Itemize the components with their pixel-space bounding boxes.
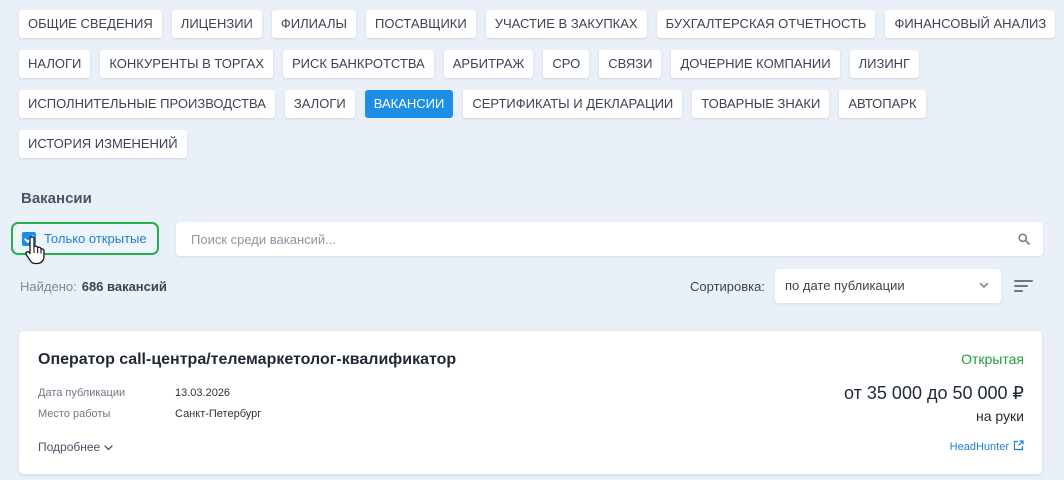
found-count: 686 вакансий (81, 279, 167, 294)
tab-row3-0[interactable]: ИСПОЛНИТЕЛЬНЫЕ ПРОИЗВОДСТВА (19, 90, 275, 118)
tab-row3-2[interactable]: ВАКАНСИИ (364, 90, 454, 118)
source-link[interactable]: HeadHunter (950, 440, 1024, 453)
chevron-down-icon (104, 445, 113, 451)
salary-note: на руки (976, 408, 1024, 424)
vacancy-search (176, 222, 1043, 256)
tab-row4-0[interactable]: ИСТОРИЯ ИЗМЕНЕНИЙ (19, 130, 187, 158)
tab-row1-0[interactable]: ОБЩИЕ СВЕДЕНИЯ (19, 10, 162, 38)
tab-row1-3[interactable]: ПОСТАВЩИКИ (366, 10, 476, 38)
tab-row3-3[interactable]: СЕРТИФИКАТЫ И ДЕКЛАРАЦИИ (463, 90, 683, 118)
sort-label: Сортировка: (690, 279, 765, 294)
date-value: 13.03.2026 (175, 387, 231, 399)
sort-selected-value: по дате публикации (785, 278, 905, 293)
more-details-label: Подробнее (38, 440, 101, 454)
tab-row2-1[interactable]: КОНКУРЕНТЫ В ТОРГАХ (100, 50, 274, 78)
tab-row3-4[interactable]: ТОВАРНЫЕ ЗНАКИ (692, 90, 830, 118)
tab-row2-5[interactable]: СВЯЗИ (599, 50, 662, 78)
tab-row2-3[interactable]: АРБИТРАЖ (443, 50, 534, 78)
sort-select[interactable]: по дате публикации (775, 269, 1001, 303)
source-label: HeadHunter (949, 441, 1009, 453)
tab-row-3: ИСПОЛНИТЕЛЬНЫЕ ПРОИЗВОДСТВА ЗАЛОГИ ВАКАНСИ… (19, 90, 1049, 118)
tab-row2-0[interactable]: НАЛОГИ (19, 50, 91, 78)
vacancy-title[interactable]: Оператор call-центра/телемаркетолог-квал… (38, 351, 456, 369)
only-open-label: Только открытые (44, 231, 147, 246)
tab-row1-5[interactable]: БУХГАЛТЕРСКАЯ ОТЧЕТНОСТЬ (656, 10, 876, 38)
section-title: Вакансии (21, 190, 92, 207)
search-icon[interactable] (1018, 233, 1030, 245)
section-tabs: ОБЩИЕ СВЕДЕНИЯ ЛИЦЕНЗИИ ФИЛИАЛЫ ПОСТАВЩИКИ У… (19, 10, 1056, 170)
chevron-down-icon (979, 282, 989, 288)
tab-row1-4[interactable]: УЧАСТИЕ В ЗАКУПКАХ (485, 10, 647, 38)
tab-row-1: ОБЩИЕ СВЕДЕНИЯ ЛИЦЕНЗИИ ФИЛИАЛЫ ПОСТАВЩИКИ У… (19, 10, 1056, 38)
vacancy-status: Открытая (961, 351, 1024, 367)
sort-icon[interactable] (1014, 279, 1033, 293)
tab-row3-1[interactable]: ЗАЛОГИ (284, 90, 355, 118)
tab-row-4: ИСТОРИЯ ИЗМЕНЕНИЙ (19, 130, 1049, 158)
place-label: Место работы (38, 408, 111, 420)
tab-row1-6[interactable]: ФИНАНСОВЫЙ АНАЛИЗ (885, 10, 1056, 38)
results-count: Найдено: 686 вакансий (20, 279, 167, 294)
external-link-icon (1013, 440, 1024, 451)
found-label: Найдено: (20, 279, 77, 294)
place-value: Санкт-Петербург (175, 408, 262, 420)
tab-row2-2[interactable]: РИСК БАНКРОТСТВА (283, 50, 434, 78)
tab-row1-1[interactable]: ЛИЦЕНЗИИ (171, 10, 262, 38)
more-details-toggle[interactable]: Подробнее (38, 440, 113, 454)
tab-row-2: НАЛОГИ КОНКУРЕНТЫ В ТОРГАХ РИСК БАНКРОТСТВ… (19, 50, 1049, 78)
search-input[interactable] (176, 222, 976, 256)
tab-row2-4[interactable]: СРО (543, 50, 590, 78)
vacancy-card: Оператор call-центра/телемаркетолог-квал… (19, 331, 1042, 474)
tab-row3-5[interactable]: АВТОПАРК (839, 90, 926, 118)
tab-row2-6[interactable]: ДОЧЕРНИЕ КОМПАНИИ (671, 50, 840, 78)
hand-cursor-icon (25, 236, 45, 265)
date-label: Дата публикации (38, 387, 126, 399)
tab-row2-7[interactable]: ЛИЗИНГ (849, 50, 920, 78)
tab-row1-2[interactable]: ФИЛИАЛЫ (271, 10, 356, 38)
vacancy-salary: от 35 000 до 50 000 ₽ (844, 383, 1024, 403)
